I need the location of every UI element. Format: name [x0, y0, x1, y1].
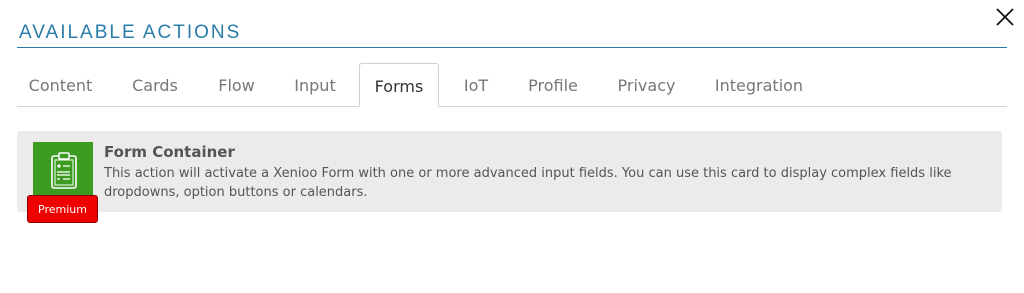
clipboard-form-icon [51, 152, 77, 189]
tab-forms[interactable]: Forms [359, 63, 439, 107]
action-tabs: Content Cards Flow Input Forms IoT Profi… [17, 63, 1007, 107]
card-title: Form Container [104, 143, 235, 161]
card-description: This action will activate a Xenioo Form … [104, 166, 952, 200]
close-icon [996, 8, 1014, 26]
tab-iot[interactable]: IoT [454, 63, 498, 106]
tab-cards[interactable]: Cards [121, 63, 189, 106]
action-card-form-container[interactable]: Premium Form Container This action will … [17, 131, 1002, 223]
premium-badge: Premium [27, 195, 98, 223]
tab-content[interactable]: Content [17, 63, 104, 106]
tab-profile[interactable]: Profile [514, 63, 592, 106]
tab-input[interactable]: Input [283, 63, 347, 106]
card-icon-tile [33, 142, 93, 202]
tab-integration[interactable]: Integration [701, 63, 817, 106]
title-divider [17, 47, 1007, 48]
tab-privacy[interactable]: Privacy [607, 63, 686, 106]
close-button[interactable] [990, 2, 1020, 32]
tab-flow[interactable]: Flow [205, 63, 268, 106]
dialog-title: AVAILABLE ACTIONS [19, 22, 242, 43]
